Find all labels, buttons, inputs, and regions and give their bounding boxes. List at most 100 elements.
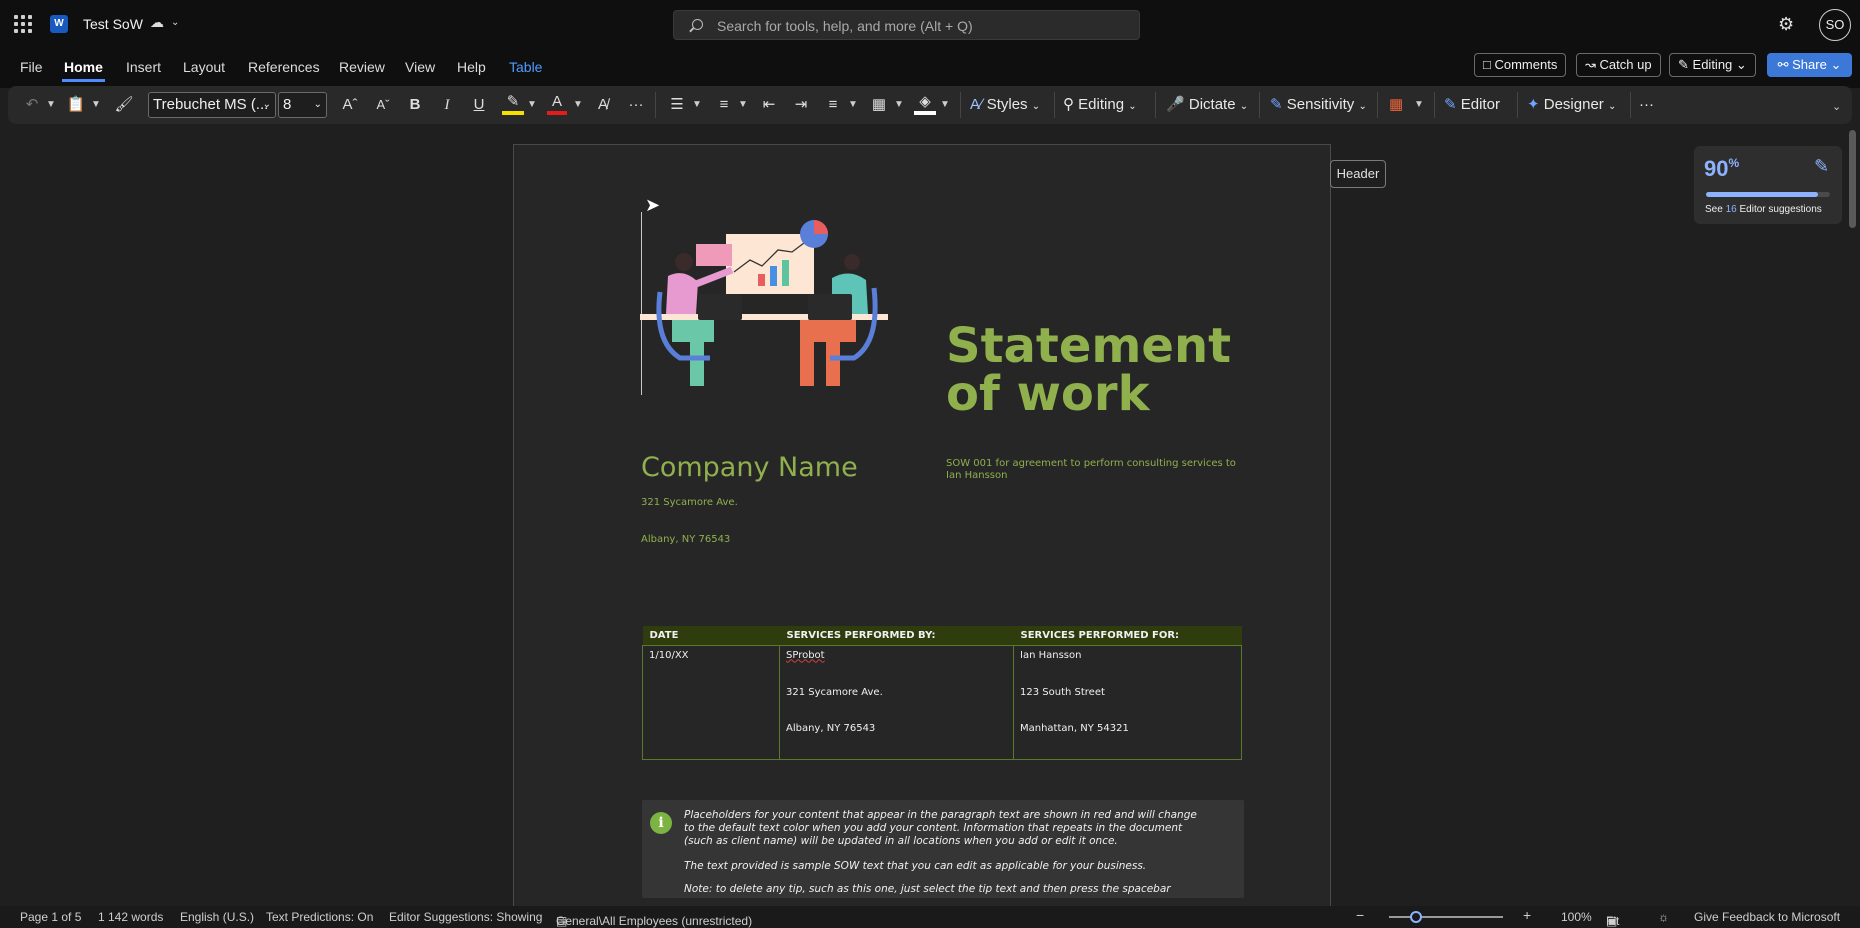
page-count[interactable]: Page 1 of 5 bbox=[20, 910, 81, 924]
decrease-indent-icon[interactable]: ⇤ bbox=[758, 93, 780, 117]
chevron-down-icon[interactable]: ▼ bbox=[46, 96, 56, 114]
chevron-down-icon[interactable]: ▼ bbox=[894, 96, 904, 114]
dictate-button[interactable]: 🎤 Dictate ⌄ bbox=[1166, 93, 1248, 117]
styles-button[interactable]: A∕ Styles ⌄ bbox=[970, 93, 1040, 117]
share-button[interactable]: ⚯ Share ⌄ bbox=[1767, 53, 1852, 77]
zoom-slider-thumb[interactable] bbox=[1410, 911, 1422, 923]
bullet-list-icon[interactable]: ☰ bbox=[666, 93, 688, 117]
highlight-color-icon[interactable]: ✎ bbox=[502, 93, 524, 115]
app-launcher-icon[interactable] bbox=[14, 15, 32, 33]
comments-button[interactable]: □ Comments bbox=[1474, 53, 1567, 77]
word-count[interactable]: 1 142 words bbox=[98, 910, 163, 924]
ribbon-divider bbox=[1377, 92, 1378, 118]
increase-indent-icon[interactable]: ⇥ bbox=[790, 93, 812, 117]
header-tag[interactable]: Header bbox=[1330, 160, 1386, 188]
tip-box[interactable]: i Placeholders for your content that app… bbox=[642, 800, 1244, 898]
chevron-down-icon[interactable]: ▼ bbox=[573, 96, 583, 114]
zoom-slider-track[interactable] bbox=[1389, 916, 1503, 918]
tab-help[interactable]: Help bbox=[455, 56, 488, 82]
illustration-legs bbox=[672, 320, 714, 342]
sow-description[interactable]: SOW 001 for agreement to perform consult… bbox=[946, 458, 1246, 482]
search-icon bbox=[692, 19, 703, 30]
format-painter-icon[interactable]: 🖌 bbox=[114, 93, 134, 117]
editing-mode-button[interactable]: ✎ Editing ⌄ bbox=[1669, 53, 1756, 77]
clear-formatting-icon[interactable]: A̸ bbox=[593, 93, 613, 117]
settings-gear-icon[interactable]: ⚙ bbox=[1778, 14, 1794, 35]
document-title[interactable]: Statement of work bbox=[946, 322, 1231, 418]
ribbon-divider bbox=[1517, 92, 1518, 118]
services-table[interactable]: DATE SERVICES PERFORMED BY: SERVICES PER… bbox=[642, 626, 1242, 760]
tab-insert[interactable]: Insert bbox=[124, 56, 163, 82]
chevron-down-icon[interactable]: ▼ bbox=[848, 96, 858, 114]
editor-suggestions-status[interactable]: Editor Suggestions: Showing bbox=[389, 910, 542, 924]
avatar[interactable]: SO bbox=[1819, 9, 1851, 41]
undo-icon[interactable]: ↶ bbox=[22, 93, 42, 117]
designer-button[interactable]: ✦ Designer ⌄ bbox=[1527, 93, 1616, 117]
editing-button[interactable]: ⚲ Editing ⌄ bbox=[1063, 93, 1137, 117]
zoom-in-icon[interactable]: + bbox=[1523, 907, 1531, 923]
editing-label: Editing bbox=[1078, 96, 1125, 113]
text-predictions[interactable]: Text Predictions: On bbox=[266, 910, 373, 924]
zoom-out-icon[interactable]: − bbox=[1356, 907, 1364, 923]
chevron-down-icon[interactable]: ▼ bbox=[91, 96, 101, 114]
chevron-down-icon[interactable]: ⌄ bbox=[171, 17, 179, 28]
grow-font-icon[interactable]: Aˆ bbox=[340, 93, 360, 117]
more-options-button[interactable]: ··· bbox=[1639, 93, 1654, 117]
editor-pen-icon: ✎ bbox=[1444, 96, 1457, 113]
underline-button[interactable]: U bbox=[469, 93, 489, 117]
paste-clipboard-icon[interactable]: 📋 bbox=[66, 93, 86, 117]
chevron-down-icon[interactable]: ▼ bbox=[1414, 96, 1424, 114]
vertical-scrollbar[interactable] bbox=[1849, 130, 1856, 228]
more-font-options-icon[interactable]: ··· bbox=[625, 93, 647, 117]
zoom-level[interactable]: 100% bbox=[1561, 910, 1592, 924]
tab-table[interactable]: Table bbox=[507, 56, 544, 82]
chevron-down-icon[interactable]: ▼ bbox=[527, 96, 537, 114]
shading-icon[interactable]: ◈ bbox=[914, 93, 936, 115]
search-box[interactable]: Search for tools, help, and more (Alt + … bbox=[673, 10, 1140, 40]
bold-button[interactable]: B bbox=[405, 93, 425, 117]
catch-up-button[interactable]: ↝ Catch up bbox=[1576, 53, 1661, 77]
sensitivity-button[interactable]: ✎ Sensitivity ⌄ bbox=[1270, 93, 1367, 117]
illustration-head bbox=[844, 254, 860, 270]
align-icon[interactable]: ≡ bbox=[822, 93, 844, 117]
table-cell-date[interactable]: 1/10/XX bbox=[642, 644, 780, 760]
tab-home[interactable]: Home bbox=[62, 56, 105, 82]
autosave-icon[interactable]: ☁ bbox=[150, 14, 164, 31]
tab-view[interactable]: View bbox=[403, 56, 437, 82]
brightness-icon[interactable]: ☼ bbox=[1658, 910, 1669, 924]
company-address-city[interactable]: Albany, NY 76543 bbox=[641, 534, 730, 545]
table-cell-performed-for[interactable]: Ian Hansson 123 South Street Manhattan, … bbox=[1013, 644, 1242, 760]
chevron-down-icon[interactable]: ▼ bbox=[738, 96, 748, 114]
language[interactable]: English (U.S.) bbox=[180, 910, 254, 924]
tab-review[interactable]: Review bbox=[337, 56, 387, 82]
font-name-value: Trebuchet MS (... bbox=[153, 96, 269, 113]
font-size-select[interactable]: 8 ⌄ bbox=[278, 92, 327, 118]
tab-references[interactable]: References bbox=[246, 56, 322, 82]
font-color-icon[interactable]: A bbox=[547, 93, 567, 115]
table-cell-performed-by[interactable]: SProbot 321 Sycamore Ave. Albany, NY 765… bbox=[779, 644, 1014, 760]
numbered-list-icon[interactable]: ≡ bbox=[713, 93, 735, 117]
editor-suggestions-link[interactable]: See 16 Editor suggestions bbox=[1705, 204, 1822, 215]
font-name-select[interactable]: Trebuchet MS (... ⌄ bbox=[148, 92, 276, 118]
editing-mode-label: Editing bbox=[1692, 57, 1733, 72]
tab-layout[interactable]: Layout bbox=[181, 56, 227, 82]
designer-wand-icon: ✦ bbox=[1527, 96, 1540, 113]
tab-file[interactable]: File bbox=[18, 56, 45, 82]
illustration-legs bbox=[800, 320, 856, 342]
company-name[interactable]: Company Name bbox=[641, 452, 858, 483]
italic-button[interactable]: I bbox=[437, 93, 457, 117]
give-feedback-link[interactable]: Give Feedback to Microsoft bbox=[1694, 910, 1840, 924]
editor-button[interactable]: ✎ Editor bbox=[1444, 93, 1500, 117]
chevron-down-icon[interactable]: ▼ bbox=[692, 96, 702, 114]
illustration-laptop bbox=[808, 294, 852, 320]
editor-score-card[interactable]: 90% ✎ See 16 Editor suggestions bbox=[1694, 146, 1842, 224]
add-ins-grid-icon[interactable]: ▦ bbox=[1389, 93, 1403, 117]
borders-icon[interactable]: ▦ bbox=[868, 93, 890, 117]
company-address-street[interactable]: 321 Sycamore Ave. bbox=[641, 497, 738, 508]
client-city: Manhattan, NY 54321 bbox=[1020, 722, 1129, 734]
chevron-down-icon[interactable]: ▼ bbox=[940, 96, 950, 114]
shrink-font-icon[interactable]: Aˇ bbox=[373, 93, 393, 117]
document-name[interactable]: Test SoW bbox=[83, 16, 143, 32]
collapse-ribbon-chevron-icon[interactable]: ⌄ bbox=[1832, 100, 1841, 113]
